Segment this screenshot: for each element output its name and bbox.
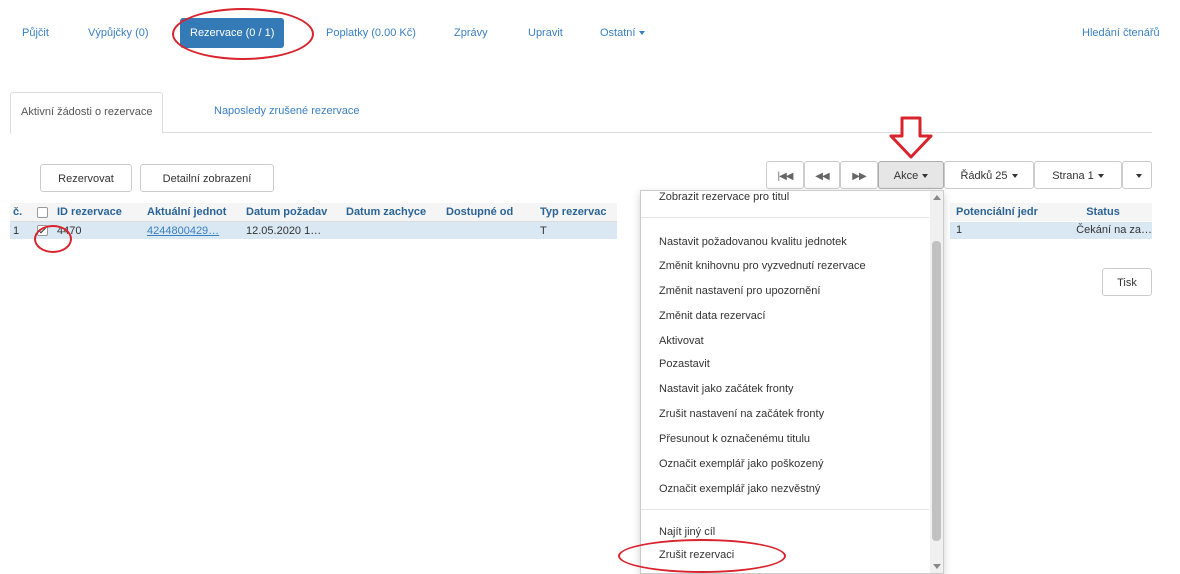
annotation-down-arrow-icon	[889, 116, 933, 159]
menu-item-mark-missing[interactable]: Označit exemplář jako nezvěstný	[659, 479, 820, 499]
col-current-unit[interactable]: Aktuální jednot	[144, 203, 243, 222]
nav-holds[interactable]: Rezervace (0 / 1)	[180, 18, 285, 48]
menu-item-set-top-of-queue[interactable]: Nastavit jako začátek fronty	[659, 379, 794, 399]
menu-item-clear-top-of-queue[interactable]: Zrušit nastavení na začátek fronty	[659, 404, 824, 424]
cell-status: Čekání na za…	[1054, 222, 1152, 239]
col-request-date[interactable]: Datum požadav	[243, 203, 343, 222]
cell-number: 1	[10, 221, 34, 239]
col-potential-units[interactable]: Potenciální jedr	[950, 203, 1054, 221]
cell-current-unit-link[interactable]: 4244800429…	[144, 221, 243, 239]
chevron-down-icon	[1136, 174, 1142, 179]
menu-item-change-notification[interactable]: Změnit nastavení pro upozornění	[659, 281, 820, 301]
menu-item-find-another-target[interactable]: Najít jiný cíl	[659, 522, 715, 542]
menu-item-set-quality[interactable]: Nastavit požadovanou kvalitu jednotek	[659, 232, 847, 252]
col-capture-date[interactable]: Datum zachyce	[343, 203, 443, 222]
page-label: Strana 1	[1052, 170, 1094, 182]
first-page-icon: |◀◀	[777, 171, 794, 182]
cell-request-date: 12.05.2020 1…	[243, 221, 343, 239]
menu-item-change-pickup-library[interactable]: Změnit knihovnu pro vyzvednutí rezervace	[659, 256, 866, 276]
menu-item-suspend[interactable]: Pozastavit	[659, 354, 710, 374]
holds-table: č. ID rezervace Aktuální jednot Datum po…	[10, 203, 617, 239]
nav-checkout[interactable]: Půjčit	[22, 18, 49, 48]
chevron-down-icon	[639, 31, 646, 36]
col-available-from[interactable]: Dostupné od	[443, 203, 537, 222]
cell-hold-type: T	[537, 221, 617, 239]
actions-dropdown-button[interactable]: Akce	[878, 161, 944, 189]
page-select-dropdown[interactable]: Strana 1	[1034, 161, 1122, 189]
scrollbar-thumb[interactable]	[932, 241, 941, 541]
table-header-row: č. ID rezervace Aktuální jednot Datum po…	[10, 203, 617, 222]
actions-dropdown-menu: Zobrazit rezervace pro titul Nastavit po…	[640, 190, 944, 574]
nav-fees[interactable]: Poplatky (0.00 Kč)	[326, 18, 416, 48]
patron-top-nav: Půjčit Výpůjčky (0) Rezervace (0 / 1) Po…	[10, 18, 1180, 48]
next-page-button[interactable]: ▶▶	[840, 161, 878, 189]
tab-cancelled-holds[interactable]: Naposledy zrušené rezervace	[214, 92, 360, 131]
chevron-down-icon	[1011, 174, 1018, 179]
nav-other-label: Ostatní	[600, 27, 636, 39]
col-hold-id[interactable]: ID rezervace	[54, 203, 144, 222]
menu-item-activate[interactable]: Aktivovat	[659, 331, 704, 351]
col-status[interactable]: Status	[1054, 203, 1152, 221]
reserve-button[interactable]: Rezervovat	[40, 164, 132, 192]
menu-item-change-dates[interactable]: Změnit data rezervací	[659, 306, 765, 326]
prev-page-icon: ◀◀	[815, 171, 829, 182]
cell-potential-units: 1	[950, 222, 1054, 239]
cell-capture-date	[343, 221, 443, 239]
scroll-up-icon[interactable]	[933, 195, 941, 200]
scroll-down-icon[interactable]	[933, 564, 941, 569]
row-checkbox[interactable]	[37, 225, 48, 237]
menu-item-cancel-hold[interactable]: Zrušit rezervaci	[659, 545, 734, 565]
cell-hold-id: 4470	[54, 221, 144, 239]
select-all-checkbox[interactable]	[37, 206, 48, 218]
col-hold-type[interactable]: Typ rezervac	[537, 203, 617, 222]
col-select-all[interactable]	[34, 203, 54, 222]
col-number[interactable]: č.	[10, 203, 34, 222]
menu-item-mark-damaged[interactable]: Označit exemplář jako poškozený	[659, 454, 823, 474]
nav-patron-search[interactable]: Hledání čtenářů	[1082, 18, 1160, 48]
cell-select[interactable]	[34, 221, 54, 239]
nav-other[interactable]: Ostatní	[600, 18, 646, 48]
rows-per-page-dropdown[interactable]: Řádků 25	[944, 161, 1034, 189]
more-options-button[interactable]	[1122, 161, 1152, 189]
nav-loans[interactable]: Výpůjčky (0)	[88, 18, 149, 48]
chevron-down-icon	[1097, 174, 1104, 179]
tab-active-holds[interactable]: Aktivní žádosti o rezervace	[10, 92, 164, 134]
actions-label: Akce	[893, 170, 919, 182]
holds-tabs: Aktivní žádosti o rezervace Naposledy zr…	[10, 92, 1152, 134]
first-page-button[interactable]: |◀◀	[766, 161, 804, 189]
prev-page-button[interactable]: ◀◀	[804, 161, 840, 189]
table-row[interactable]: 1 4470 4244800429… 12.05.2020 1… T	[10, 221, 617, 239]
menu-scrollbar[interactable]	[930, 191, 943, 573]
cell-available-from	[443, 221, 537, 239]
detail-view-button[interactable]: Detailní zobrazení	[140, 164, 274, 192]
menu-item-show-title-holds[interactable]: Zobrazit rezervace pro titul	[659, 191, 789, 207]
print-button[interactable]: Tisk	[1102, 268, 1152, 296]
menu-item-transfer-to-title[interactable]: Přesunout k označenému titulu	[659, 429, 810, 449]
nav-messages[interactable]: Zprávy	[454, 18, 488, 48]
menu-divider	[641, 217, 929, 218]
nav-edit[interactable]: Upravit	[528, 18, 563, 48]
chevron-down-icon	[922, 174, 929, 179]
next-page-icon: ▶▶	[852, 171, 866, 182]
rows-label: Řádků 25	[960, 170, 1008, 182]
menu-divider	[641, 509, 929, 510]
